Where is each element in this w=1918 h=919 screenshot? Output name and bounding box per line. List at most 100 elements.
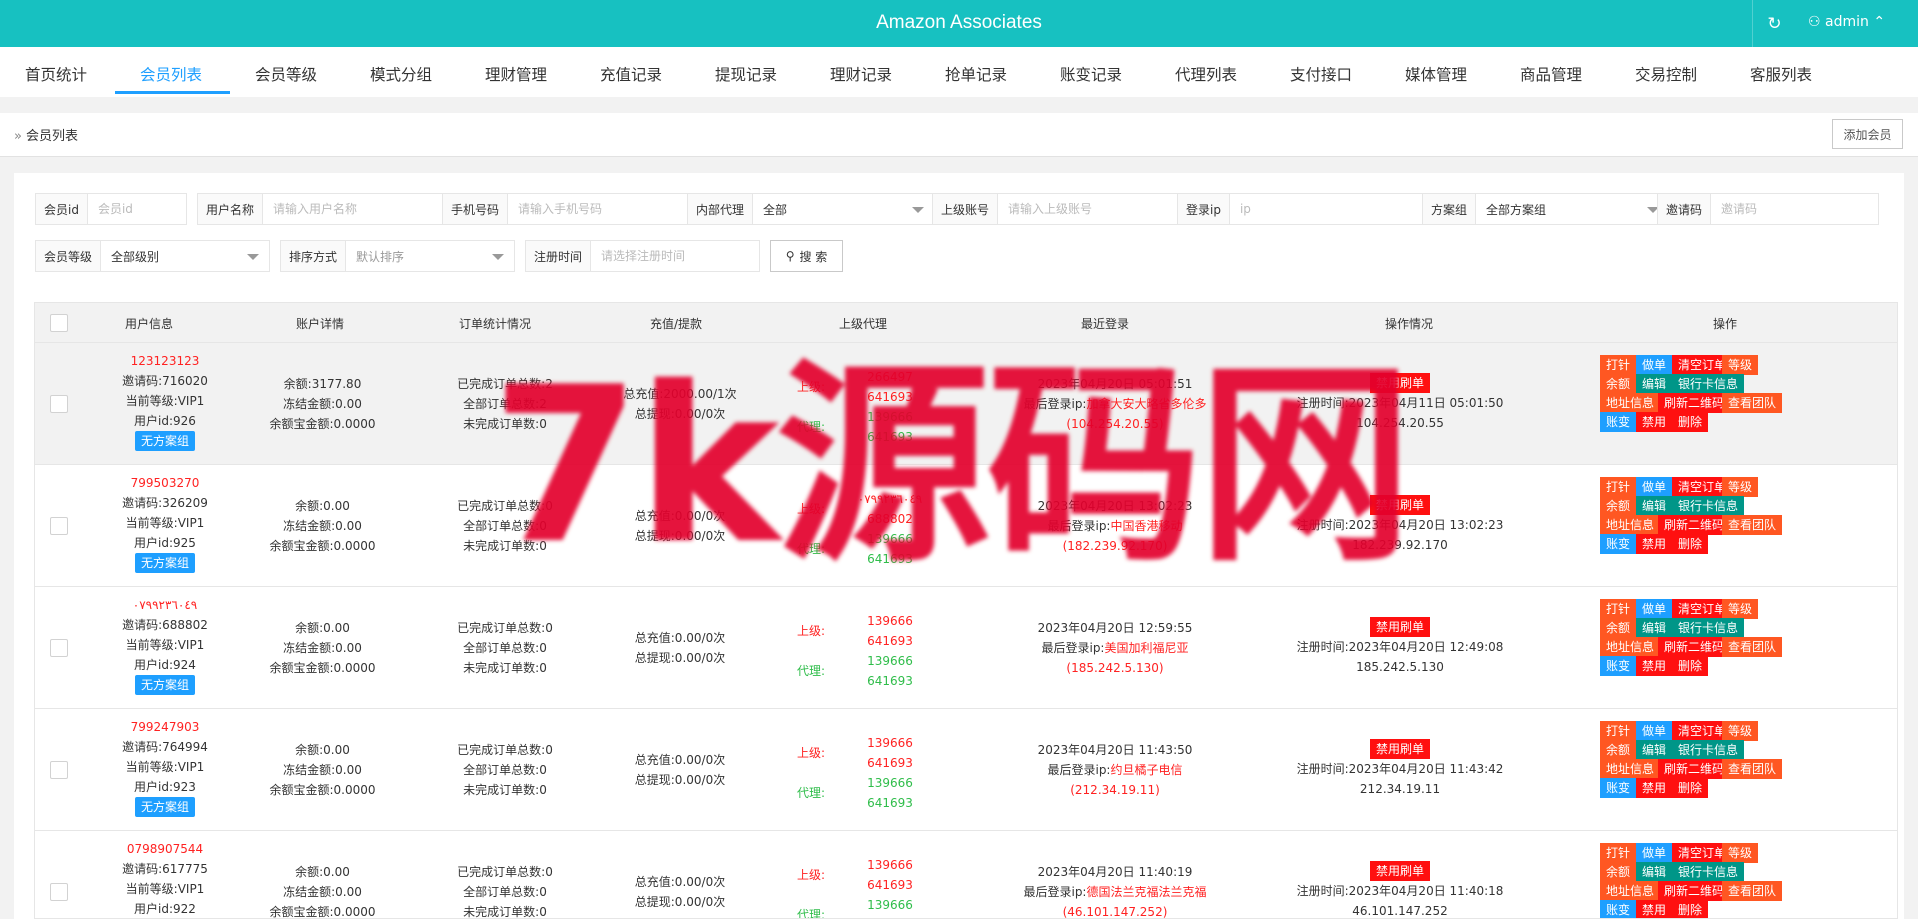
action-button[interactable]: 银行卡信息 <box>1672 496 1745 516</box>
nav-agent-list[interactable]: 代理列表 <box>1175 63 1237 85</box>
action-button[interactable]: 刷新二维码 <box>1658 515 1731 535</box>
username[interactable]: 799247903 <box>85 717 245 737</box>
action-button[interactable]: 打针 <box>1600 599 1637 619</box>
disable-order-button[interactable]: 禁用刷单 <box>1369 617 1430 637</box>
action-button[interactable]: 打针 <box>1600 843 1637 863</box>
action-button[interactable]: 刷新二维码 <box>1658 881 1731 901</box>
nav-member-list[interactable]: 会员列表 <box>140 63 202 85</box>
action-button[interactable]: 等级 <box>1722 599 1759 619</box>
reg-time-input[interactable] <box>591 241 762 271</box>
internal-agent-select[interactable]: 全部 <box>753 194 934 224</box>
nav-member-level[interactable]: 会员等级 <box>255 63 317 85</box>
action-button[interactable]: 银行卡信息 <box>1672 618 1745 638</box>
member-level-select[interactable]: 全部级别 <box>101 241 269 271</box>
action-button[interactable]: 账变 <box>1600 412 1637 432</box>
action-button[interactable]: 账变 <box>1600 656 1637 676</box>
phone-input[interactable] <box>508 194 689 224</box>
action-button[interactable]: 编辑 <box>1636 740 1673 760</box>
disable-order-button[interactable]: 禁用刷单 <box>1369 861 1430 881</box>
plan-group-badge[interactable]: 无方案组 <box>134 431 195 451</box>
action-button[interactable]: 地址信息 <box>1600 881 1661 901</box>
action-button[interactable]: 查看团队 <box>1722 881 1783 901</box>
disable-order-button[interactable]: 禁用刷单 <box>1369 373 1430 393</box>
action-button[interactable]: 地址信息 <box>1600 393 1661 413</box>
action-button[interactable]: 地址信息 <box>1600 637 1661 657</box>
action-button[interactable]: 做单 <box>1636 355 1673 375</box>
add-member-button[interactable]: 添加会员 <box>1832 119 1903 149</box>
plan-group-badge[interactable]: 无方案组 <box>134 675 195 695</box>
username[interactable]: 0798907544 <box>85 839 245 859</box>
action-button[interactable]: 禁用 <box>1636 900 1673 918</box>
action-button[interactable]: 打针 <box>1600 721 1637 741</box>
select-all-checkbox[interactable] <box>50 314 68 332</box>
nav-account-changes[interactable]: 账变记录 <box>1060 63 1122 85</box>
plan-group-badge[interactable]: 无方案组 <box>134 553 195 573</box>
nav-payment[interactable]: 支付接口 <box>1290 63 1352 85</box>
action-button[interactable]: 查看团队 <box>1722 759 1783 779</box>
action-button[interactable]: 等级 <box>1722 477 1759 497</box>
action-button[interactable]: 删除 <box>1672 900 1709 918</box>
action-button[interactable]: 禁用 <box>1636 534 1673 554</box>
action-button[interactable]: 银行卡信息 <box>1672 374 1745 394</box>
action-button[interactable]: 余额 <box>1600 618 1637 638</box>
action-button[interactable]: 银行卡信息 <box>1672 862 1745 882</box>
action-button[interactable]: 余额 <box>1600 374 1637 394</box>
nav-finance-records[interactable]: 理财记录 <box>830 63 892 85</box>
action-button[interactable]: 查看团队 <box>1722 515 1783 535</box>
action-button[interactable]: 刷新二维码 <box>1658 759 1731 779</box>
plan-group-select[interactable]: 全部方案组 <box>1476 194 1669 224</box>
action-button[interactable]: 编辑 <box>1636 618 1673 638</box>
action-button[interactable]: 编辑 <box>1636 862 1673 882</box>
action-button[interactable]: 查看团队 <box>1722 637 1783 657</box>
username[interactable]: 123123123 <box>85 351 245 371</box>
action-button[interactable]: 删除 <box>1672 778 1709 798</box>
row-checkbox[interactable] <box>50 883 68 901</box>
action-button[interactable]: 余额 <box>1600 496 1637 516</box>
plan-group-badge[interactable]: 无方案组 <box>134 797 195 817</box>
action-button[interactable]: 禁用 <box>1636 412 1673 432</box>
disable-order-button[interactable]: 禁用刷单 <box>1369 739 1430 759</box>
username[interactable]: 799503270 <box>85 473 245 493</box>
row-checkbox[interactable] <box>50 639 68 657</box>
refresh-icon[interactable]: ↻ <box>1752 0 1796 47</box>
parent-account-input[interactable] <box>998 194 1179 224</box>
nav-mode-group[interactable]: 模式分组 <box>370 63 432 85</box>
user-menu[interactable]: ⚇ admin ⌃ <box>1808 14 1885 30</box>
action-button[interactable]: 查看团队 <box>1722 393 1783 413</box>
action-button[interactable]: 账变 <box>1600 900 1637 918</box>
username-input[interactable] <box>263 194 444 224</box>
action-button[interactable]: 等级 <box>1722 843 1759 863</box>
action-button[interactable]: 余额 <box>1600 740 1637 760</box>
action-button[interactable]: 删除 <box>1672 412 1709 432</box>
nav-goods[interactable]: 商品管理 <box>1520 63 1582 85</box>
action-button[interactable]: 禁用 <box>1636 778 1673 798</box>
row-checkbox[interactable] <box>50 517 68 535</box>
action-button[interactable]: 刷新二维码 <box>1658 393 1731 413</box>
action-button[interactable]: 地址信息 <box>1600 515 1661 535</box>
action-button[interactable]: 地址信息 <box>1600 759 1661 779</box>
action-button[interactable]: 做单 <box>1636 721 1673 741</box>
disable-order-button[interactable]: 禁用刷单 <box>1369 495 1430 515</box>
action-button[interactable]: 等级 <box>1722 355 1759 375</box>
action-button[interactable]: 等级 <box>1722 721 1759 741</box>
action-button[interactable]: 做单 <box>1636 599 1673 619</box>
nav-recharge[interactable]: 充值记录 <box>600 63 662 85</box>
row-checkbox[interactable] <box>50 761 68 779</box>
action-button[interactable]: 禁用 <box>1636 656 1673 676</box>
sort-select[interactable]: 默认排序 <box>346 241 514 271</box>
action-button[interactable]: 刷新二维码 <box>1658 637 1731 657</box>
action-button[interactable]: 账变 <box>1600 778 1637 798</box>
action-button[interactable]: 编辑 <box>1636 496 1673 516</box>
action-button[interactable]: 做单 <box>1636 477 1673 497</box>
action-button[interactable]: 账变 <box>1600 534 1637 554</box>
row-checkbox[interactable] <box>50 395 68 413</box>
action-button[interactable]: 打针 <box>1600 355 1637 375</box>
action-button[interactable]: 余额 <box>1600 862 1637 882</box>
nav-home-stats[interactable]: 首页统计 <box>25 63 87 85</box>
action-button[interactable]: 编辑 <box>1636 374 1673 394</box>
nav-finance[interactable]: 理财管理 <box>485 63 547 85</box>
nav-service[interactable]: 客服列表 <box>1750 63 1812 85</box>
action-button[interactable]: 删除 <box>1672 656 1709 676</box>
action-button[interactable]: 做单 <box>1636 843 1673 863</box>
action-button[interactable]: 银行卡信息 <box>1672 740 1745 760</box>
